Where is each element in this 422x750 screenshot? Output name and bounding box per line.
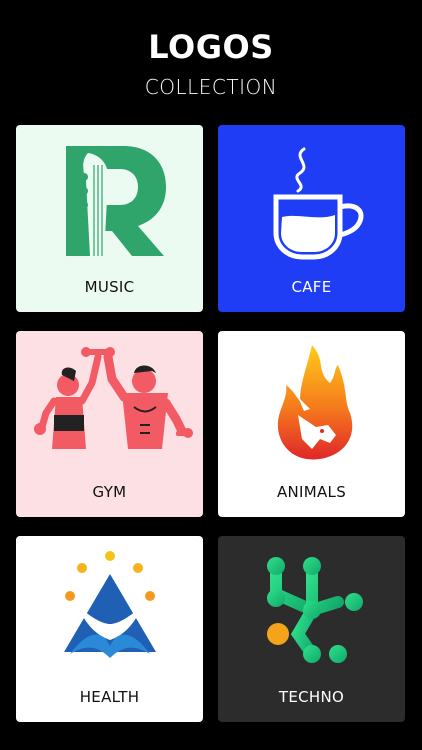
- page-title: LOGOS: [148, 28, 274, 66]
- card-label: ANIMALS: [276, 483, 347, 501]
- card-animals[interactable]: ANIMALS: [218, 331, 405, 517]
- card-label: TECHNO: [278, 688, 345, 706]
- card-music[interactable]: MUSIC: [16, 125, 203, 312]
- card-label: MUSIC: [84, 278, 135, 296]
- card-label: HEALTH: [79, 688, 140, 706]
- card-label: GYM: [92, 483, 127, 501]
- card-label: CAFE: [291, 278, 332, 296]
- card-health[interactable]: HEALTH: [16, 536, 203, 722]
- card-cafe[interactable]: CAFE: [218, 125, 405, 312]
- card-techno[interactable]: TECHNO: [218, 536, 405, 722]
- card-gym[interactable]: GYM: [16, 331, 203, 517]
- page-subtitle: COLLECTION: [144, 75, 278, 99]
